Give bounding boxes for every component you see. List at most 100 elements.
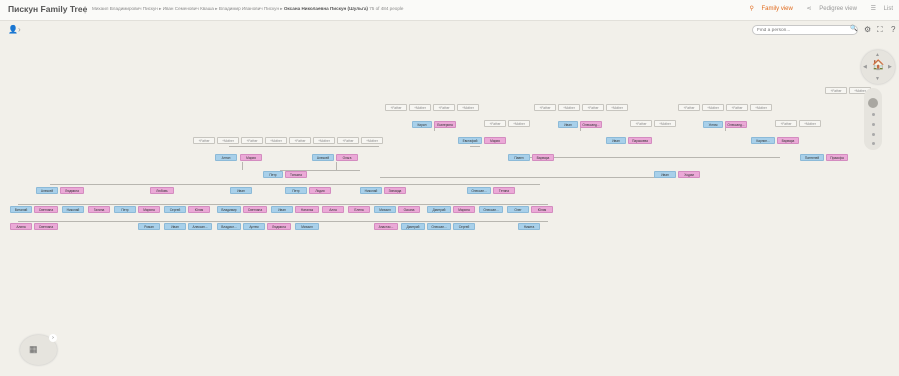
add-parent-button[interactable]: +Mother: [361, 137, 383, 144]
person-node[interactable]: Марина: [138, 206, 160, 213]
person-node[interactable]: Павел: [508, 154, 530, 161]
add-parent-button[interactable]: +Mother: [409, 104, 431, 111]
person-node[interactable]: Мария: [484, 137, 506, 144]
add-parent-button[interactable]: +Father: [678, 104, 700, 111]
search-icon[interactable]: 🔍: [850, 25, 857, 32]
zoom-slider[interactable]: [864, 88, 882, 150]
person-panel-toggle[interactable]: 👤›: [8, 25, 21, 34]
help-icon[interactable]: ?: [891, 25, 895, 34]
person-node[interactable]: Владимир: [217, 206, 241, 213]
add-parent-button[interactable]: +Mother: [654, 120, 676, 127]
person-node[interactable]: Галина: [88, 206, 110, 213]
person-node[interactable]: Параскева: [628, 137, 652, 144]
fullscreen-icon[interactable]: ⛶: [877, 25, 883, 35]
person-node[interactable]: Владисл...: [217, 223, 241, 230]
tab-list-view[interactable]: ☰ List: [865, 6, 893, 12]
breadcrumb-ancestors[interactable]: Михаил Владимирович Пискун ▸ Иван Семено…: [92, 6, 284, 11]
add-parent-button[interactable]: +Father: [433, 104, 455, 111]
person-node[interactable]: Татьяна: [285, 171, 307, 178]
person-node[interactable]: Антон: [215, 154, 237, 161]
person-node[interactable]: Иван: [606, 137, 626, 144]
pan-left-icon[interactable]: ◀: [863, 64, 867, 70]
person-node[interactable]: Алла: [322, 206, 344, 213]
person-node[interactable]: Пракофа: [826, 154, 848, 161]
person-node[interactable]: Олексан...: [479, 206, 503, 213]
person-node[interactable]: Петр: [285, 187, 307, 194]
person-node[interactable]: Никита: [518, 223, 540, 230]
add-parent-button[interactable]: +Father: [582, 104, 604, 111]
add-parent-button[interactable]: +Father: [193, 137, 215, 144]
add-parent-button[interactable]: +Father: [241, 137, 263, 144]
person-node[interactable]: Анастас...: [374, 223, 398, 230]
person-node[interactable]: Карпин...: [751, 137, 775, 144]
add-parent-button[interactable]: +Mother: [217, 137, 239, 144]
person-node[interactable]: Марина: [453, 206, 475, 213]
person-node[interactable]: Дмитрий: [401, 223, 425, 230]
person-node[interactable]: Олександ...: [580, 121, 602, 128]
pan-down-icon[interactable]: ▼: [875, 76, 880, 82]
add-parent-button[interactable]: +Father: [630, 120, 652, 127]
person-node[interactable]: Иван: [271, 206, 293, 213]
person-node[interactable]: Сергей: [453, 223, 475, 230]
person-node[interactable]: Оксана: [398, 206, 420, 213]
person-node[interactable]: Алексан...: [188, 223, 212, 230]
person-node[interactable]: Кирил: [412, 121, 432, 128]
person-node[interactable]: Николай: [360, 187, 382, 194]
person-node[interactable]: Петр: [114, 206, 136, 213]
person-node[interactable]: Сергей: [164, 206, 186, 213]
tree-overview-button[interactable]: ▦ ›: [20, 334, 57, 365]
family-tree-canvas[interactable]: +Father +Mother +Father +Mother +Father …: [0, 40, 899, 376]
pan-up-icon[interactable]: ▲: [875, 52, 880, 58]
person-node[interactable]: Ходим: [678, 171, 700, 178]
pan-right-icon[interactable]: ▶: [888, 64, 892, 70]
add-parent-button[interactable]: +Mother: [606, 104, 628, 111]
add-parent-button[interactable]: +Father: [484, 120, 506, 127]
tab-pedigree-view[interactable]: ⋖ Pedigree view: [801, 6, 857, 12]
person-node[interactable]: Алексей: [36, 187, 58, 194]
person-node[interactable]: Роман: [138, 223, 160, 230]
person-node[interactable]: Лидия: [309, 187, 331, 194]
expand-icon[interactable]: ›: [49, 334, 57, 342]
add-parent-button[interactable]: +Mother: [457, 104, 479, 111]
person-node[interactable]: Михаил: [295, 223, 319, 230]
person-node[interactable]: Наталья: [295, 206, 319, 213]
person-node[interactable]: Светлана: [243, 206, 267, 213]
person-node[interactable]: Олексан...: [467, 187, 491, 194]
person-node[interactable]: Иван: [654, 171, 676, 178]
add-parent-button[interactable]: +Mother: [750, 104, 772, 111]
person-node[interactable]: Тетяна: [493, 187, 515, 194]
tab-family-view[interactable]: ⚲ Family view: [743, 6, 792, 12]
add-parent-button[interactable]: +Mother: [799, 120, 821, 127]
add-parent-button[interactable]: +Father: [337, 137, 359, 144]
person-node[interactable]: Светлана: [34, 206, 58, 213]
add-parent-button[interactable]: +Father: [775, 120, 797, 127]
person-node[interactable]: Юлия: [531, 206, 553, 213]
add-parent-button[interactable]: +Mother: [313, 137, 335, 144]
home-icon[interactable]: 🏠: [872, 60, 884, 71]
person-node[interactable]: Олексан...: [427, 223, 451, 230]
add-parent-button[interactable]: +Father: [825, 87, 847, 94]
person-node[interactable]: Пантелей: [800, 154, 824, 161]
person-node[interactable]: Виталий: [10, 206, 32, 213]
person-node[interactable]: Юлия: [188, 206, 210, 213]
zoom-handle[interactable]: [868, 98, 878, 108]
add-parent-button[interactable]: +Mother: [508, 120, 530, 127]
settings-icon[interactable]: ⚙: [864, 25, 871, 34]
add-parent-button[interactable]: +Father: [726, 104, 748, 111]
person-node[interactable]: Ольга: [336, 154, 358, 161]
add-parent-button[interactable]: +Mother: [702, 104, 724, 111]
add-parent-button[interactable]: +Father: [289, 137, 311, 144]
person-node[interactable]: Николай: [62, 206, 84, 213]
person-node[interactable]: Иван: [230, 187, 252, 194]
person-node[interactable]: Олександ...: [725, 121, 747, 128]
add-parent-button[interactable]: +Father: [385, 104, 407, 111]
person-node[interactable]: Людмила: [60, 187, 84, 194]
person-node[interactable]: Иван: [164, 223, 186, 230]
person-node[interactable]: Мария: [240, 154, 262, 161]
person-node[interactable]: Людмила: [267, 223, 291, 230]
person-node[interactable]: Михаил: [374, 206, 396, 213]
add-parent-button[interactable]: +Mother: [265, 137, 287, 144]
person-node[interactable]: Иван: [558, 121, 578, 128]
person-node[interactable]: Екатерина: [434, 121, 456, 128]
add-parent-button[interactable]: +Mother: [558, 104, 580, 111]
